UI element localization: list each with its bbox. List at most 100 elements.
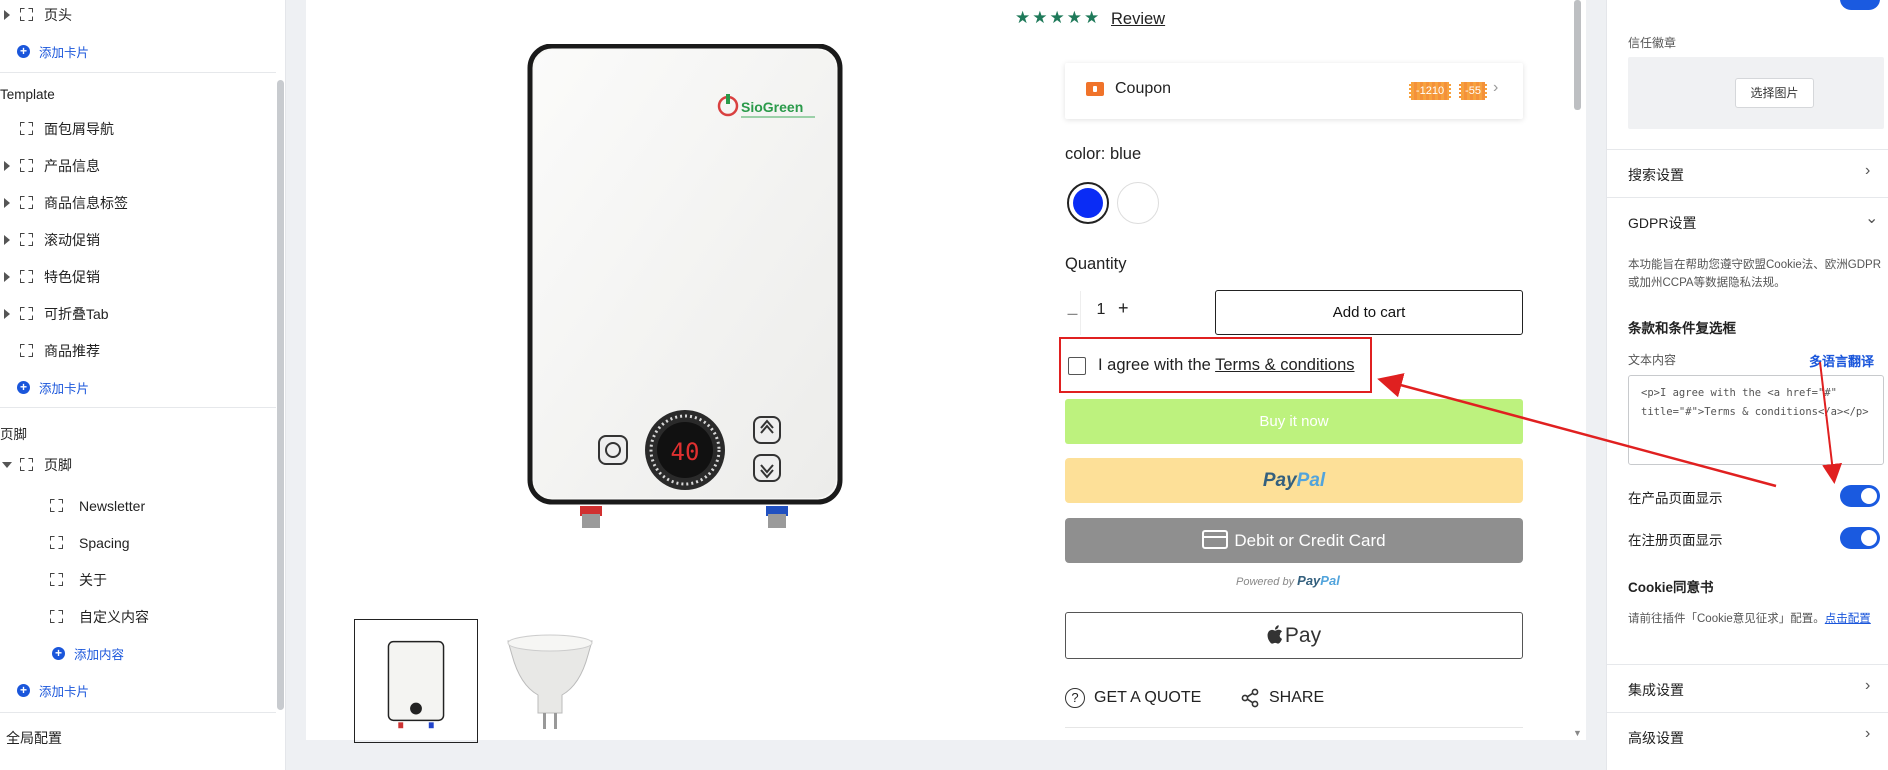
settings-panel: 信任徽章 选择图片 搜索设置 › GDPR设置 ⌄ 本功能旨在帮助您遵守欧盟Co… [1606,0,1888,770]
paypal-logo-part2: Pal [1296,470,1326,491]
chevron-right-icon: › [1865,725,1871,742]
global-config-tab[interactable]: 全局配置 [6,728,62,748]
terms-text-input[interactable]: <p>I agree with the <a href="#" title="#… [1628,375,1884,465]
multi-language-link[interactable]: 多语言翻译 [1809,351,1874,370]
choose-image-button[interactable]: 选择图片 [1735,78,1814,108]
star-icon: ★ [1015,8,1031,27]
coupon-box[interactable]: Coupon -1210 -55 › [1065,63,1523,119]
quantity-decrement-button[interactable]: – [1065,291,1081,335]
tree-item-label: 商品信息标签 [44,195,128,211]
tree-item-label: 商品推荐 [44,343,100,359]
quantity-increment-button[interactable]: + [1118,298,1129,319]
agree-prefix: I agree with the [1098,356,1216,374]
credit-card-icon [1202,530,1229,549]
get-quote-button[interactable]: ? GET A QUOTE [1065,688,1201,708]
add-card-button[interactable]: + 添加卡片 [17,679,89,701]
apple-pay-label: Pay [1284,624,1322,647]
add-to-cart-button[interactable]: Add to cart [1215,290,1523,335]
chevron-down-icon: ⌄ [1865,210,1879,227]
preview-scrollbar[interactable] [1574,0,1581,110]
terms-checkbox[interactable] [1068,357,1086,375]
left-sidebar: 页头 + 添加卡片 Template 面包屑导航 产品信息 商品信息标签 滚动促… [0,0,286,770]
divider [0,407,276,408]
divider [1065,727,1523,728]
section-title: 搜索设置 [1628,167,1684,183]
cookie-config-link[interactable]: 点击配置 [1825,613,1871,625]
apple-icon [1267,625,1282,644]
paypal-logo-part1: Pay [1297,573,1321,588]
tree-item-label: 特色促销 [44,269,100,285]
color-label: color: blue [1065,145,1141,164]
review-link[interactable]: Review [1111,10,1165,29]
powered-by-text: Powered by [1236,576,1298,588]
caret-right-icon[interactable] [4,10,10,20]
half-star-icon: ★ [1084,8,1100,27]
apple-pay-button[interactable]: Pay [1065,612,1523,659]
tree-item-label: 页脚 [44,457,72,473]
plus-circle-icon: + [17,683,30,697]
debit-credit-card-button[interactable]: Debit or Credit Card [1065,518,1523,563]
caret-down-icon[interactable] [2,462,12,468]
terms-checkbox-title: 条款和条件复选框 [1628,321,1736,336]
caret-right-icon[interactable] [4,235,10,245]
coupon-tag: -1210 [1409,82,1451,100]
sidebar-scrollbar[interactable] [277,80,284,710]
section-gdpr-settings[interactable]: GDPR设置 ⌄ [1607,197,1888,245]
scroll-down-icon[interactable]: ▼ [1573,728,1582,738]
trust-badge-upload: 选择图片 [1628,57,1884,129]
add-card-label: 添加卡片 [39,684,90,699]
quantity-input[interactable]: 1 [1090,301,1112,319]
share-icon [1241,688,1259,708]
paypal-logo-part2: Pal [1320,573,1340,588]
show-on-product-label: 在产品页面显示 [1628,491,1723,506]
gdpr-description: 本功能旨在帮助您遵守欧盟Cookie法、欧洲GDPR或加州CCPA等数据隐私法规… [1628,259,1882,289]
add-card-button[interactable]: + 添加卡片 [17,376,89,398]
thumbnail-heater[interactable] [354,619,478,743]
show-on-product-toggle[interactable] [1840,485,1880,507]
toggle-switch[interactable] [1840,0,1880,10]
color-label-value: blue [1109,145,1142,163]
frame-icon [50,536,63,549]
share-button[interactable]: SHARE [1240,688,1324,708]
frame-icon [20,307,33,320]
paypal-button[interactable]: PayPal [1065,458,1523,503]
section-advanced-settings[interactable]: 高级设置 › [1607,712,1888,760]
add-card-button[interactable]: + 添加卡片 [17,40,89,62]
add-content-button[interactable]: + 添加内容 [52,642,124,664]
section-integration-settings[interactable]: 集成设置 › [1607,664,1888,712]
plus-circle-icon: + [52,646,65,660]
add-content-label: 添加内容 [74,647,125,662]
section-title: 集成设置 [1628,682,1684,698]
caret-right-icon[interactable] [4,272,10,282]
section-search-settings[interactable]: 搜索设置 › [1607,149,1888,197]
color-label-key: color: [1065,145,1106,163]
frame-icon [50,573,63,586]
color-swatch-blue[interactable] [1067,182,1109,224]
tree-item-label: 页头 [44,7,72,23]
paypal-logo-part1: Pay [1262,470,1297,491]
frame-icon [20,196,33,209]
thumbnail-bulb[interactable] [488,619,612,743]
tree-item-label: 产品信息 [44,158,100,174]
caret-right-icon[interactable] [4,198,10,208]
product-main-image[interactable]: SioGreen 40 [520,44,850,534]
caret-right-icon[interactable] [4,161,10,171]
star-rating: ★ ★ ★ ★ ★ [1015,8,1099,28]
frame-icon [20,8,33,21]
terms-link[interactable]: Terms & conditions [1215,356,1354,374]
get-quote-label: GET A QUOTE [1094,689,1202,706]
coupon-icon [1086,82,1104,96]
plus-circle-icon: + [17,380,30,394]
tree-item-label: 面包屑导航 [44,121,114,137]
frame-icon [20,458,33,471]
plus-circle-icon: + [17,44,30,58]
coupon-label: Coupon [1115,80,1172,97]
show-on-register-toggle[interactable] [1840,527,1880,549]
color-swatch-white[interactable] [1117,182,1159,224]
caret-right-icon[interactable] [4,309,10,319]
quantity-label: Quantity [1065,255,1127,273]
show-on-register-label: 在注册页面显示 [1628,533,1723,548]
buy-now-button[interactable]: Buy it now [1065,399,1523,444]
frame-icon [50,610,63,623]
cookie-desc-text: 请前往插件「Cookie意见征求」配置。 [1628,613,1825,625]
